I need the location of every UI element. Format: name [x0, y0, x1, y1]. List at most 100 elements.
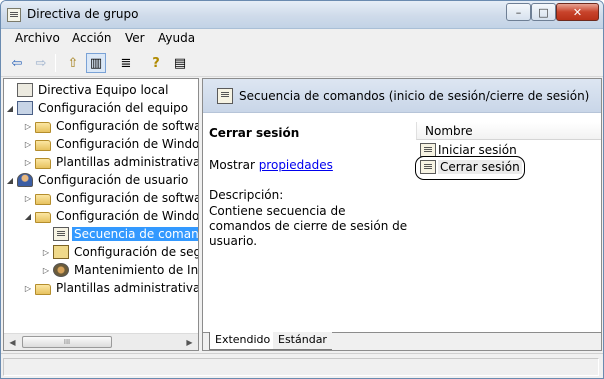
script-icon [420, 142, 436, 157]
scroll-icon [7, 8, 21, 22]
column-header-label: Nombre [425, 124, 473, 138]
tree-node-label: Plantillas administrativas [56, 155, 198, 169]
list-item[interactable]: Iniciar sesión [420, 141, 517, 158]
collapse-arrow-icon[interactable]: ◢ [5, 171, 15, 189]
menu-ver[interactable]: Ver [125, 31, 145, 45]
console-tree: Directiva Equipo local ◢ Configuración d… [4, 79, 198, 333]
tree-node[interactable]: ◢ Configuración de usuario [5, 171, 190, 189]
expand-arrow-icon[interactable]: ▷ [41, 261, 51, 279]
maximize-icon: □ [538, 5, 549, 19]
folder-icon [35, 193, 51, 205]
extended-description: Cerrar sesión Mostrar propiedades Descri… [203, 114, 415, 332]
scroll-thumb[interactable]: III [22, 336, 112, 348]
show-tree-button[interactable]: ▥ [86, 53, 106, 73]
tree-node-label: Configuración de software [56, 191, 198, 205]
script-icon [420, 159, 436, 174]
tree-node-label: Configuración de software [56, 119, 198, 133]
details-pane: Secuencia de comandos (inicio de sesión/… [202, 78, 602, 351]
view-tabs: Extendido Estándar [203, 332, 601, 350]
show-hide-tree-icon: ▥ [89, 55, 103, 71]
export-list-button[interactable]: ≣ [116, 53, 136, 73]
user-icon [17, 173, 33, 187]
tree-node-label: Configuración de Windows [56, 137, 198, 151]
tree-node-label: Plantillas administrativas [56, 281, 198, 295]
tree-node-label: Configuración del equipo [38, 101, 189, 115]
up-folder-icon: ⇧ [67, 55, 79, 71]
column-header-name[interactable]: Nombre [416, 122, 601, 140]
scroll-left-icon[interactable]: ◀ [4, 334, 21, 350]
close-button[interactable]: ✕ [556, 3, 599, 21]
horizontal-scrollbar[interactable]: ◀ III ▶ [4, 333, 198, 350]
main-window: Directiva de grupo – □ ✕ Archivo Acción … [0, 0, 604, 379]
security-icon [53, 245, 69, 259]
tree-node[interactable]: ◢ Configuración de Windows [23, 207, 198, 225]
tab-extendido[interactable]: Extendido [209, 332, 277, 350]
scroll-right-icon[interactable]: ▶ [181, 334, 198, 350]
tree-expander [5, 81, 15, 99]
items-list: Nombre Iniciar sesión Cerrar sesión [415, 114, 601, 332]
tree-node-label: Configuración de Windows [56, 209, 198, 223]
list-item-selected[interactable]: Cerrar sesión [415, 156, 525, 180]
toolbar-separator [55, 54, 56, 72]
folder-icon [35, 283, 51, 295]
expand-arrow-icon[interactable]: ▷ [41, 243, 51, 261]
tree-node-label: Mantenimiento de Internet Explorer [74, 263, 198, 277]
forward-arrow-icon: ⇨ [35, 55, 47, 71]
script-icon [53, 227, 69, 241]
list-item-label: Iniciar sesión [438, 142, 517, 157]
forward-button[interactable]: ⇨ [31, 53, 51, 73]
expand-arrow-icon[interactable]: ▷ [23, 189, 33, 207]
tree-node-label: Configuración de usuario [38, 173, 189, 187]
properties-button[interactable]: ▤ [170, 53, 190, 73]
minimize-button[interactable]: – [506, 3, 531, 21]
details-header: Secuencia de comandos (inicio de sesión/… [203, 79, 601, 113]
menu-ayuda[interactable]: Ayuda [158, 31, 195, 45]
status-segment [3, 358, 599, 376]
tree-node-selected[interactable]: Secuencia de comandos (inicio de sesión/… [41, 225, 198, 243]
up-level-button[interactable]: ⇧ [63, 53, 83, 73]
show-prefix: Mostrar [209, 158, 259, 172]
book-icon [17, 83, 33, 97]
computer-icon [17, 101, 33, 115]
tree-node[interactable]: ▷ Mantenimiento de Internet Explorer [41, 261, 198, 279]
tree-node[interactable]: ▷ Plantillas administrativas [23, 153, 198, 171]
folder-icon [35, 139, 51, 151]
description-text: Contiene secuencia de comandos de cierre… [209, 204, 408, 248]
properties-icon: ▤ [173, 55, 187, 71]
tree-node[interactable]: ◢ Configuración del equipo [5, 99, 190, 117]
collapse-arrow-icon[interactable]: ◢ [23, 207, 33, 225]
expand-arrow-icon[interactable]: ▷ [23, 153, 33, 171]
collapse-arrow-icon[interactable]: ◢ [5, 99, 15, 117]
window-title: Directiva de grupo [27, 7, 139, 21]
list-item-label: Cerrar sesión [438, 159, 522, 174]
tree-node[interactable]: ▷ Configuración de software [23, 117, 198, 135]
properties-link[interactable]: propiedades [259, 158, 333, 172]
title-bar[interactable]: Directiva de grupo – □ ✕ [1, 1, 603, 29]
back-arrow-icon: ⇦ [11, 55, 23, 71]
tree-node[interactable]: ▷ Configuración de Windows [23, 135, 198, 153]
details-header-title: Secuencia de comandos (inicio de sesión/… [239, 89, 590, 103]
export-list-icon: ≣ [120, 55, 132, 71]
expand-arrow-icon[interactable]: ▷ [23, 279, 33, 297]
tree-node[interactable]: ▷ Plantillas administrativas [23, 279, 198, 297]
expand-arrow-icon[interactable]: ▷ [23, 117, 33, 135]
expand-arrow-icon[interactable]: ▷ [23, 135, 33, 153]
tab-estandar[interactable]: Estándar [273, 332, 332, 350]
menu-accion[interactable]: Acción [72, 31, 111, 45]
close-icon: ✕ [572, 5, 583, 19]
tree-pane: Directiva Equipo local ◢ Configuración d… [3, 78, 199, 351]
item-title: Cerrar sesión [209, 126, 300, 140]
maximize-button[interactable]: □ [531, 3, 556, 21]
tree-node[interactable]: ▷ Configuración de seguridad [41, 243, 198, 261]
menu-bar: Archivo Acción Ver Ayuda [1, 29, 603, 49]
help-icon: ? [152, 55, 160, 71]
help-button[interactable]: ? [146, 53, 166, 73]
menu-archivo[interactable]: Archivo [15, 31, 60, 45]
gear-icon [53, 263, 69, 277]
status-bar [1, 353, 603, 378]
tree-node[interactable]: ▷ Configuración de software [23, 189, 198, 207]
tree-node[interactable]: Directiva Equipo local [5, 81, 170, 99]
back-button[interactable]: ⇦ [7, 53, 27, 73]
folder-icon [35, 157, 51, 169]
toolbar: ⇦ ⇨ ⇧ ▥ ≣ ? ▤ [1, 49, 603, 77]
